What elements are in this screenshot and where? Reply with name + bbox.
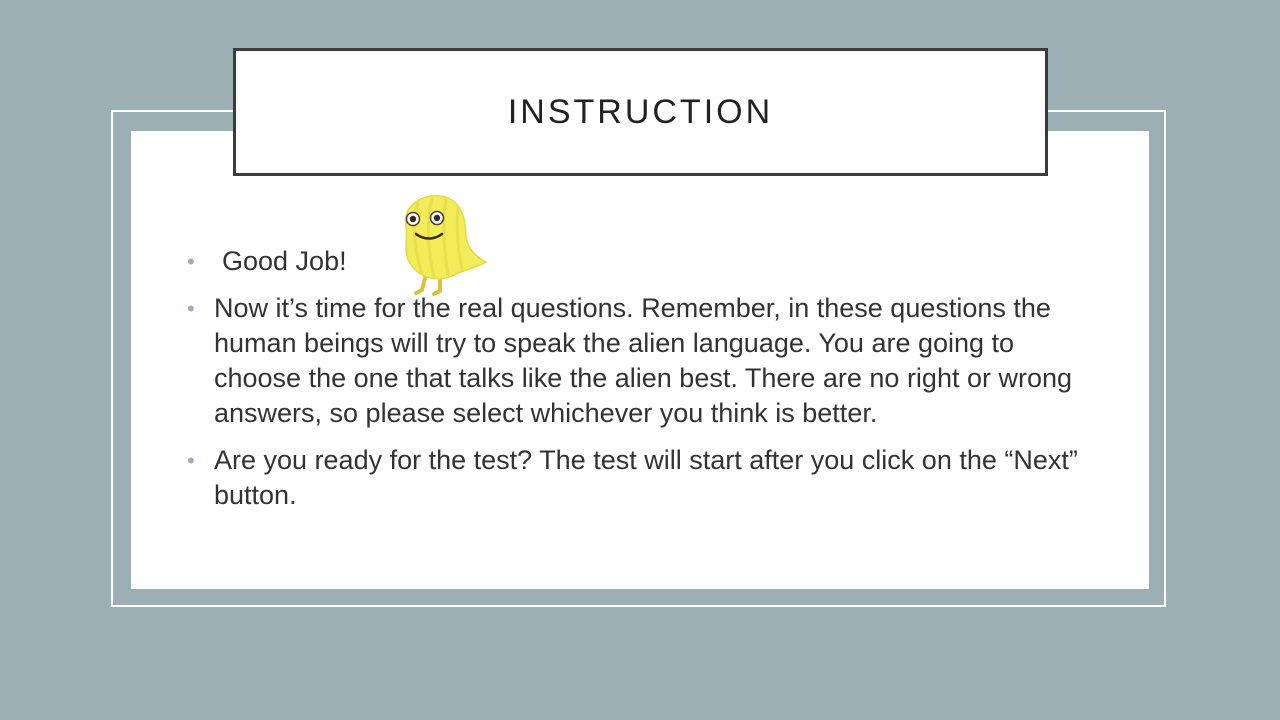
bullet-text-real-questions: Now it’s time for the real questions. Re… xyxy=(214,293,1073,428)
bullet-text-good-job: Good Job! xyxy=(222,246,347,276)
bullet-item: • Good Job! xyxy=(187,244,1087,279)
yellow-alien-creature-icon xyxy=(396,192,491,297)
bullet-dot-icon: • xyxy=(187,448,195,473)
bullet-item: • Are you ready for the test? The test w… xyxy=(187,443,1087,513)
slide-title: INSTRUCTION xyxy=(507,92,774,131)
bullet-text-ready: Are you ready for the test? The test wil… xyxy=(214,445,1078,510)
bullet-dot-icon: • xyxy=(187,296,195,321)
slide-title-box: INSTRUCTION xyxy=(233,48,1048,176)
bullet-list: • Good Job! • Now it’s time for the real… xyxy=(187,244,1087,525)
bullet-dot-icon: • xyxy=(187,249,195,274)
bullet-item: • Now it’s time for the real questions. … xyxy=(187,291,1087,431)
